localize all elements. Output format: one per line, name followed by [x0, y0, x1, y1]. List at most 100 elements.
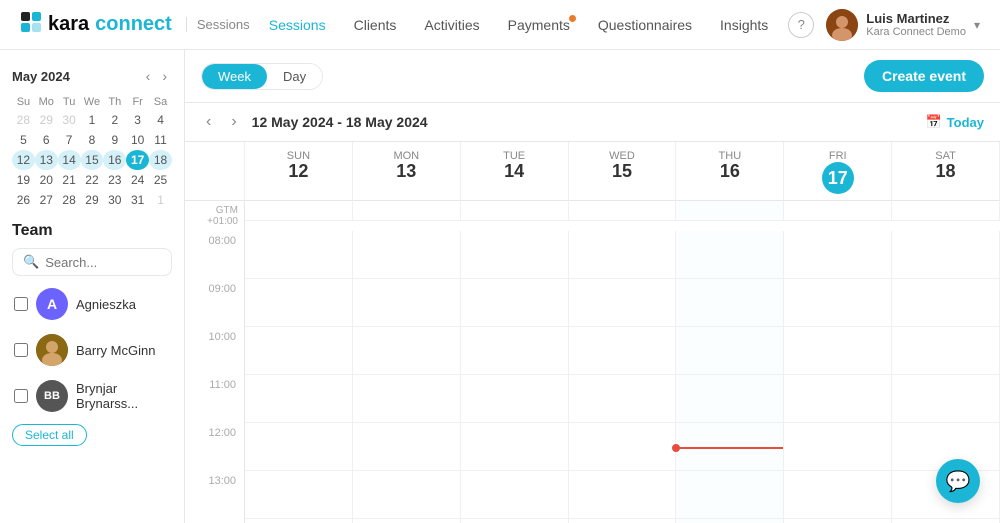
week-view-button[interactable]: Week — [202, 64, 267, 89]
cal-day-28[interactable]: 28 — [58, 190, 81, 210]
time-cell-10:00-day5[interactable] — [784, 327, 892, 375]
cal-day-22[interactable]: 22 — [81, 170, 104, 190]
mini-cal-prev[interactable]: ‹ — [141, 66, 156, 86]
cal-day-3[interactable]: 3 — [126, 110, 149, 130]
cal-day-29[interactable]: 29 — [81, 190, 104, 210]
cal-day-20[interactable]: 20 — [35, 170, 58, 190]
time-cell-13:00-day5[interactable] — [784, 471, 892, 519]
time-cell-09:00-day1[interactable] — [353, 279, 461, 327]
time-cell-10:00-day0[interactable] — [245, 327, 353, 375]
time-cell-11:00-day0[interactable] — [245, 375, 353, 423]
time-cell-14:00-day4[interactable] — [676, 519, 784, 523]
time-cell-12:00-day3[interactable] — [569, 423, 677, 471]
time-cell-13:00-day1[interactable] — [353, 471, 461, 519]
time-cell-09:00-day0[interactable] — [245, 279, 353, 327]
time-cell-09:00-day5[interactable] — [784, 279, 892, 327]
team-checkbox-brynjar[interactable] — [14, 389, 28, 403]
time-cell-11:00-day3[interactable] — [569, 375, 677, 423]
time-cell-10:00-day6[interactable] — [892, 327, 1000, 375]
cal-day-30[interactable]: 30 — [58, 110, 81, 130]
cal-day-30[interactable]: 30 — [103, 190, 126, 210]
time-cell-09:00-day4[interactable] — [676, 279, 784, 327]
time-cell-08:00-day3[interactable] — [569, 231, 677, 279]
week-grid-container[interactable]: SUN12MON13TUE14WED15THU16FRI17SAT18GTM +… — [185, 142, 1000, 523]
cal-day-31[interactable]: 31 — [126, 190, 149, 210]
cal-day-28[interactable]: 28 — [12, 110, 35, 130]
time-cell-11:00-day4[interactable] — [676, 375, 784, 423]
cal-day-16[interactable]: 16 — [103, 150, 126, 170]
cal-day-26[interactable]: 26 — [12, 190, 35, 210]
time-cell-08:00-day2[interactable] — [461, 231, 569, 279]
chat-button[interactable]: 💬 — [936, 459, 980, 503]
time-cell-11:00-day5[interactable] — [784, 375, 892, 423]
cal-day-12[interactable]: 12 — [12, 150, 35, 170]
time-cell-09:00-day6[interactable] — [892, 279, 1000, 327]
time-cell-14:00-day6[interactable] — [892, 519, 1000, 523]
cal-day-23[interactable]: 23 — [103, 170, 126, 190]
nav-sessions[interactable]: Sessions — [257, 11, 338, 39]
today-button[interactable]: 📅 Today — [925, 114, 984, 130]
time-cell-13:00-day0[interactable] — [245, 471, 353, 519]
cal-day-4[interactable]: 4 — [149, 110, 172, 130]
time-cell-14:00-day1[interactable] — [353, 519, 461, 523]
team-checkbox-agnieszka[interactable] — [14, 297, 28, 311]
time-cell-08:00-day0[interactable] — [245, 231, 353, 279]
cal-day-1[interactable]: 1 — [81, 110, 104, 130]
time-cell-14:00-day5[interactable] — [784, 519, 892, 523]
time-cell-08:00-day6[interactable] — [892, 231, 1000, 279]
cal-day-2[interactable]: 2 — [103, 110, 126, 130]
time-cell-11:00-day2[interactable] — [461, 375, 569, 423]
cal-day-29[interactable]: 29 — [35, 110, 58, 130]
team-search-input[interactable] — [45, 255, 161, 270]
cal-day-7[interactable]: 7 — [58, 130, 81, 150]
time-cell-14:00-day0[interactable] — [245, 519, 353, 523]
time-cell-09:00-day3[interactable] — [569, 279, 677, 327]
team-checkbox-barry[interactable] — [14, 343, 28, 357]
time-cell-14:00-day3[interactable] — [569, 519, 677, 523]
cal-day-21[interactable]: 21 — [58, 170, 81, 190]
time-cell-10:00-day2[interactable] — [461, 327, 569, 375]
time-cell-12:00-day1[interactable] — [353, 423, 461, 471]
time-cell-12:00-day2[interactable] — [461, 423, 569, 471]
cal-day-19[interactable]: 19 — [12, 170, 35, 190]
prev-week-button[interactable]: ‹ — [201, 111, 216, 133]
day-view-button[interactable]: Day — [267, 64, 322, 89]
cal-day-25[interactable]: 25 — [149, 170, 172, 190]
time-cell-13:00-day3[interactable] — [569, 471, 677, 519]
nav-payments[interactable]: Payments — [496, 11, 582, 39]
cal-day-9[interactable]: 9 — [103, 130, 126, 150]
time-cell-08:00-day1[interactable] — [353, 231, 461, 279]
nav-activities[interactable]: Activities — [412, 11, 491, 39]
select-all-button[interactable]: Select all — [12, 424, 87, 446]
time-cell-14:00-day2[interactable] — [461, 519, 569, 523]
cal-day-24[interactable]: 24 — [126, 170, 149, 190]
time-cell-12:00-day5[interactable] — [784, 423, 892, 471]
time-cell-09:00-day2[interactable] — [461, 279, 569, 327]
cal-day-8[interactable]: 8 — [81, 130, 104, 150]
cal-day-17[interactable]: 17 — [126, 150, 149, 170]
cal-day-5[interactable]: 5 — [12, 130, 35, 150]
help-button[interactable]: ? — [788, 12, 814, 38]
time-cell-10:00-day3[interactable] — [569, 327, 677, 375]
cal-day-18[interactable]: 18 — [149, 150, 172, 170]
cal-day-10[interactable]: 10 — [126, 130, 149, 150]
cal-day-14[interactable]: 14 — [58, 150, 81, 170]
time-cell-12:00-day4[interactable] — [676, 423, 784, 471]
create-event-button[interactable]: Create event — [864, 60, 984, 92]
nav-insights[interactable]: Insights — [708, 11, 780, 39]
user-menu[interactable]: Luis Martinez Kara Connect Demo ▾ — [826, 9, 980, 41]
cal-day-15[interactable]: 15 — [81, 150, 104, 170]
mini-cal-next[interactable]: › — [157, 66, 172, 86]
nav-questionnaires[interactable]: Questionnaires — [586, 11, 704, 39]
cal-day-13[interactable]: 13 — [35, 150, 58, 170]
time-cell-13:00-day4[interactable] — [676, 471, 784, 519]
cal-day-6[interactable]: 6 — [35, 130, 58, 150]
cal-day-27[interactable]: 27 — [35, 190, 58, 210]
cal-day-1[interactable]: 1 — [149, 190, 172, 210]
time-cell-12:00-day0[interactable] — [245, 423, 353, 471]
nav-clients[interactable]: Clients — [342, 11, 409, 39]
time-cell-10:00-day4[interactable] — [676, 327, 784, 375]
time-cell-08:00-day4[interactable] — [676, 231, 784, 279]
time-cell-11:00-day1[interactable] — [353, 375, 461, 423]
time-cell-13:00-day2[interactable] — [461, 471, 569, 519]
